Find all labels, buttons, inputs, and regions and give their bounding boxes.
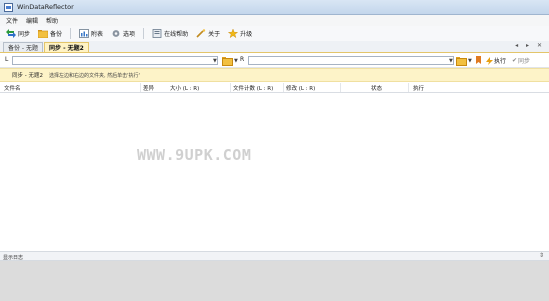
- file-list-body[interactable]: WWW.9UPK.COM: [0, 93, 549, 251]
- log-panel-header: 显示日志 ⇕: [0, 251, 549, 261]
- banner-hint: 选择左边和右边的文件夹, 然后单击'执行': [48, 72, 140, 79]
- toolbar-separator: [70, 28, 72, 39]
- tab-sync[interactable]: 同步 - 无题2: [43, 42, 89, 52]
- tab-navigation-controls[interactable]: ◂ ▸ ✕: [515, 42, 545, 49]
- sync-run-label: 同步: [518, 58, 531, 65]
- column-execute[interactable]: 执行: [413, 84, 424, 92]
- sync-label: 同步: [18, 31, 31, 38]
- upgrade-label: 升级: [240, 31, 253, 38]
- left-dropdown-icon[interactable]: ▼: [213, 58, 217, 64]
- backup-label: 备份: [50, 31, 63, 38]
- gear-icon: [112, 30, 120, 37]
- column-divider[interactable]: [408, 83, 409, 92]
- menu-help[interactable]: 帮助: [46, 16, 58, 25]
- document-tabs: 备份 - 无题 同步 - 无题2 ◂ ▸ ✕: [0, 41, 549, 53]
- left-side-label: L: [5, 56, 9, 63]
- sync-button[interactable]: 同步: [6, 29, 30, 38]
- lightning-icon: [486, 56, 493, 65]
- column-difference[interactable]: 差异: [143, 84, 154, 92]
- right-dropdown-icon[interactable]: ▼: [449, 58, 453, 64]
- column-modified[interactable]: 修改 (L : R): [286, 84, 315, 92]
- bookmark-icon: [476, 56, 481, 64]
- right-browse-dropdown-icon[interactable]: ▼: [468, 58, 472, 64]
- banner-title: 同步 - 无题2: [12, 73, 43, 79]
- column-divider[interactable]: [283, 83, 284, 92]
- column-file-count[interactable]: 文件计数 (L : R): [233, 84, 273, 92]
- menu-file[interactable]: 文件: [6, 16, 18, 25]
- about-button[interactable]: 关于: [196, 29, 220, 38]
- help-book-icon: [152, 29, 162, 38]
- options-button[interactable]: 选项: [111, 29, 135, 38]
- checkmark-icon: ✔: [512, 57, 518, 64]
- star-icon: [228, 29, 239, 38]
- title-bar: WinDataReflector: [0, 0, 549, 15]
- online-help-label: 在线帮助: [164, 31, 189, 38]
- column-divider[interactable]: [230, 83, 231, 92]
- column-filename[interactable]: 文件名: [4, 84, 21, 92]
- menu-bar: 文件 编辑 帮助: [0, 15, 549, 26]
- column-status[interactable]: 状态: [371, 84, 382, 92]
- sync-run-button[interactable]: ✔ 同步: [512, 56, 530, 65]
- sync-arrows-icon: [6, 29, 16, 38]
- online-help-button[interactable]: 在线帮助: [152, 29, 188, 38]
- toolbar-separator: [143, 28, 145, 39]
- folder-icon: [38, 30, 49, 38]
- toolbar: 同步 备份 附表 选项 在线帮助 关于 升级: [0, 26, 549, 41]
- column-divider[interactable]: [140, 83, 141, 92]
- instruction-banner: 同步 - 无题2 选择左边和右边的文件夹, 然后单击'执行': [0, 68, 549, 82]
- right-folder-input[interactable]: [248, 56, 454, 65]
- wand-icon: [196, 29, 206, 38]
- right-browse-folder-icon[interactable]: [456, 56, 467, 66]
- about-label: 关于: [208, 31, 221, 38]
- bookmark-button[interactable]: [476, 56, 481, 64]
- report-icon: [79, 29, 89, 38]
- window-title: WinDataReflector: [17, 3, 74, 11]
- report-label: 附表: [91, 31, 104, 38]
- app-icon: [4, 2, 13, 12]
- execute-button[interactable]: 执行: [486, 56, 506, 65]
- left-browse-folder-icon[interactable]: [222, 56, 233, 66]
- tab-backup[interactable]: 备份 - 无题: [3, 42, 43, 52]
- column-size[interactable]: 大小 (L : R): [170, 84, 199, 92]
- right-side-label: R: [240, 56, 245, 63]
- log-panel-content: [0, 261, 549, 301]
- file-list-header: 文件名 差异 大小 (L : R) 文件计数 (L : R) 修改 (L : R…: [0, 82, 549, 93]
- execute-label: 执行: [494, 58, 507, 65]
- path-bar: L ▼ ▼ R ▼ ▼ 执行 ✔ 同步: [0, 53, 549, 68]
- menu-edit[interactable]: 编辑: [26, 16, 38, 25]
- watermark-text: WWW.9UPK.COM: [137, 146, 252, 164]
- left-folder-input[interactable]: [12, 56, 218, 65]
- report-button[interactable]: 附表: [79, 29, 103, 38]
- pin-icon[interactable]: ⇕: [539, 252, 544, 259]
- upgrade-button[interactable]: 升级: [228, 29, 252, 38]
- options-label: 选项: [123, 31, 136, 38]
- backup-button[interactable]: 备份: [38, 29, 62, 38]
- log-panel-title: 显示日志: [3, 254, 24, 261]
- left-browse-dropdown-icon[interactable]: ▼: [234, 58, 238, 64]
- column-divider[interactable]: [340, 83, 341, 92]
